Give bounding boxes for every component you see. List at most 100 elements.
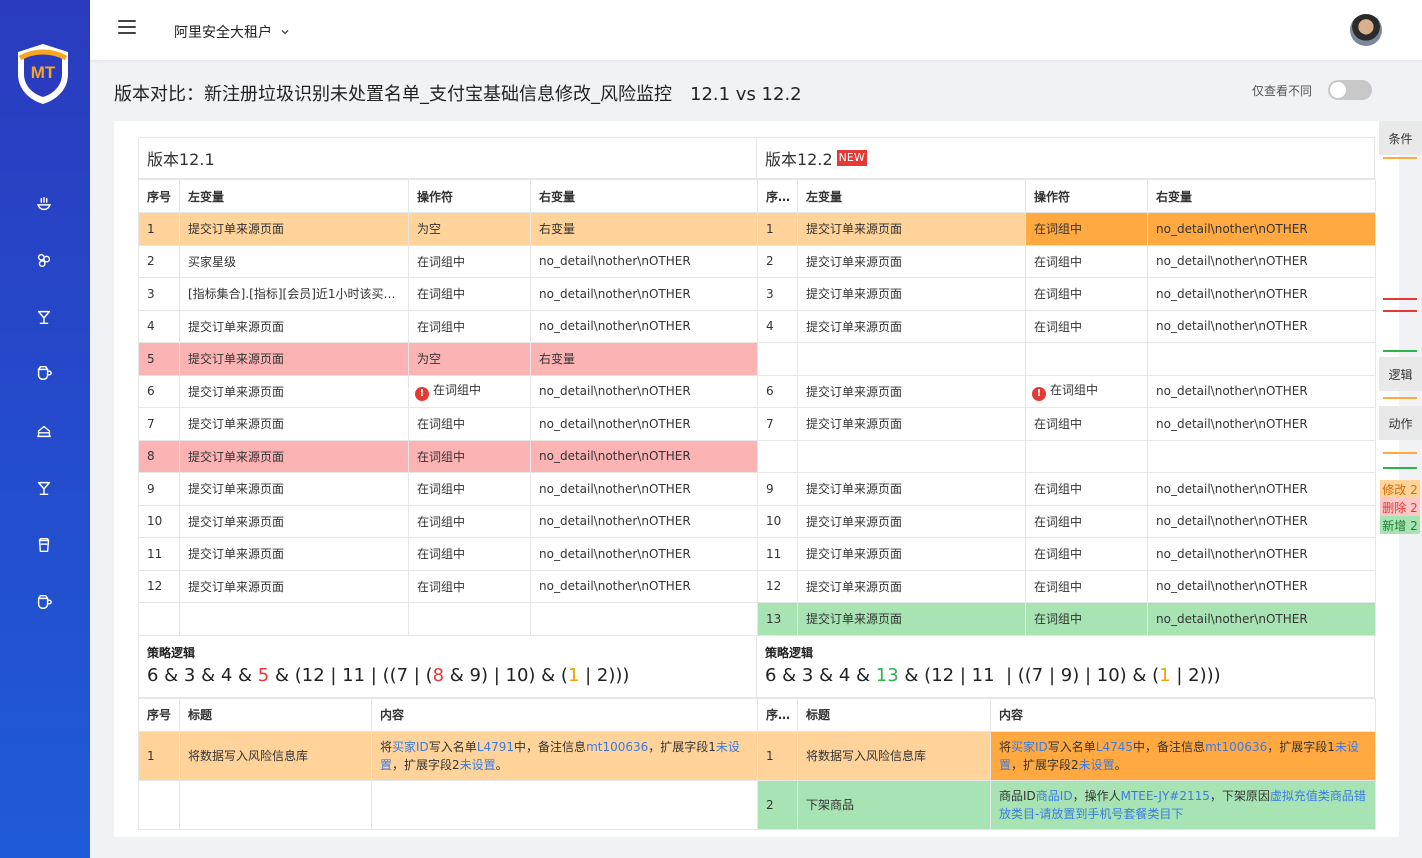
teapot-icon[interactable] <box>33 362 55 384</box>
empty-row <box>138 779 758 830</box>
user-avatar[interactable] <box>1350 14 1382 46</box>
cell: 10 <box>757 504 798 538</box>
cell: 将数据写入风险信息库 <box>179 730 372 781</box>
hamburger-menu-icon[interactable] <box>118 20 136 38</box>
table-row[interactable]: 7 提交订单来源页面 在词组中 no_detail\nother\nOTHER <box>757 407 1376 441</box>
table-row[interactable]: 3 提交订单来源页面 在词组中 no_detail\nother\nOTHER <box>757 277 1376 311</box>
deleted-marker[interactable] <box>1383 310 1417 312</box>
cake-icon[interactable] <box>33 420 55 442</box>
deleted-marker[interactable] <box>1383 298 1417 300</box>
table-row[interactable]: 4 提交订单来源页面 在词组中 no_detail\nother\nOTHER <box>757 309 1376 343</box>
modified-marker[interactable] <box>1383 157 1417 159</box>
cell: no_detail\nother\nOTHER <box>1147 309 1376 343</box>
cell: no_detail\nother\nOTHER <box>1147 602 1376 636</box>
table-row[interactable]: 7 提交订单来源页面 在词组中 no_detail\nother\nOTHER <box>138 407 758 441</box>
cell: 7 <box>757 407 798 441</box>
cluster-icon[interactable] <box>33 249 55 271</box>
cell: 为空 <box>408 342 531 376</box>
added-marker[interactable] <box>1383 467 1417 469</box>
cup-icon[interactable] <box>33 306 55 328</box>
table-row[interactable]: 11 提交订单来源页面 在词组中 no_detail\nother\nOTHER <box>757 537 1376 571</box>
cell: 在词组中 <box>408 244 531 278</box>
cell: 5 <box>138 342 180 376</box>
version-compare: 12.1 vs 12.2 <box>690 84 802 105</box>
table-row[interactable]: 4 提交订单来源页面 在词组中 no_detail\nother\nOTHER <box>138 309 758 343</box>
table-row[interactable]: 10 提交订单来源页面 在词组中 no_detail\nother\nOTHER <box>757 504 1376 538</box>
action-row[interactable]: 1 将数据写入风险信息库 将买家ID写入名单L4745中，备注信息mt10063… <box>757 730 1376 781</box>
modified-count-badge: 修改 2 <box>1380 480 1420 498</box>
cell: 在词组中 <box>408 309 531 343</box>
table-header-row: 序号 左变量 操作符 右变量 <box>757 179 1376 213</box>
table-row[interactable]: 1 提交订单来源页面 为空 右变量 <box>138 212 758 246</box>
table-row[interactable]: 9 提交订单来源页面 在词组中 no_detail\nother\nOTHER <box>138 472 758 506</box>
action-content: 商品ID商品ID，操作人MTEE-JY#2115，下架原因虚拟充值类商品错放类目… <box>990 779 1376 830</box>
cell: no_detail\nother\nOTHER <box>1147 472 1376 506</box>
table-row[interactable]: 13 提交订单来源页面 在词组中 no_detail\nother\nOTHER <box>757 602 1376 636</box>
added-count-badge: 新增 2 <box>1380 516 1420 534</box>
table-row[interactable]: 6 提交订单来源页面! 在词组中 no_detail\nother\nOTHER <box>757 374 1376 408</box>
table-row[interactable]: 3 [指标集合].[指标][会员]近1小时该买家... 在词组中 no_detail\… <box>138 277 758 311</box>
operator-header: 操作符 <box>408 179 531 213</box>
cell: ! 在词组中 <box>1025 374 1148 408</box>
added-marker[interactable] <box>1383 350 1417 352</box>
empty-row <box>757 342 1376 376</box>
cell: no_detail\nother\nOTHER <box>530 374 758 408</box>
new-badge: NEW <box>836 150 867 166</box>
cell: [指标集合].[指标][会员]近1小时该买家... <box>179 277 409 311</box>
table-row[interactable]: 11 提交订单来源页面 在词组中 no_detail\nother\nOTHER <box>138 537 758 571</box>
cell: 3 <box>757 277 798 311</box>
minimap-tab-action[interactable]: 动作 <box>1379 406 1422 440</box>
empty-row <box>757 439 1376 473</box>
table-row[interactable]: 5 提交订单来源页面 为空 右变量 <box>138 342 758 376</box>
cell: 在词组中 <box>1025 309 1148 343</box>
cell: 提交订单来源页面 <box>179 439 409 473</box>
diff-only-label: 仅查看不同 <box>1251 83 1312 98</box>
page-title: 版本对比：新注册垃圾识别未处置名单_支付宝基础信息修改_风险监控 12.1 vs … <box>114 80 802 106</box>
action-row[interactable]: 2 下架商品 商品ID商品ID，操作人MTEE-JY#2115，下架原因虚拟充值… <box>757 779 1376 830</box>
right-var-header: 右变量 <box>530 179 758 213</box>
modified-marker[interactable] <box>1383 397 1417 399</box>
warning-icon: ! <box>1032 387 1046 402</box>
right-version-header: 版本12.2 NEW <box>757 137 1375 179</box>
table-row[interactable]: 10 提交订单来源页面 在词组中 no_detail\nother\nOTHER <box>138 504 758 538</box>
cell: no_detail\nother\nOTHER <box>1147 504 1376 538</box>
cocktail-icon[interactable] <box>33 477 55 499</box>
left-action-table: 序号 标题 内容 1 将数据写入风险信息库 将买家ID写入名单L4791中，备注信息… <box>138 697 758 830</box>
table-row[interactable]: 12 提交订单来源页面 在词组中 no_detail\nother\nOTHER <box>757 569 1376 603</box>
table-row[interactable]: 9 提交订单来源页面 在词组中 no_detail\nother\nOTHER <box>757 472 1376 506</box>
table-row[interactable]: 1 提交订单来源页面 在词组中 no_detail\nother\nOTHER <box>757 212 1376 246</box>
cell: 提交订单来源页面 <box>797 504 1026 538</box>
table-row[interactable]: 6 提交订单来源页面! 在词组中 no_detail\nother\nOTHER <box>138 374 758 408</box>
left-version-header: 版本12.1 <box>138 137 757 179</box>
kettle-icon[interactable] <box>33 591 55 613</box>
cell: 在词组中 <box>408 472 531 506</box>
table-row[interactable]: 2 提交订单来源页面 在词组中 no_detail\nother\nOTHER <box>757 244 1376 278</box>
cell: 提交订单来源页面 <box>179 569 409 603</box>
bowl-icon[interactable] <box>33 193 55 215</box>
tenant-selector[interactable]: 阿里安全大租户 <box>174 22 290 42</box>
table-row[interactable]: 12 提交订单来源页面 在词组中 no_detail\nother\nOTHER <box>138 569 758 603</box>
modified-marker[interactable] <box>1383 452 1417 454</box>
cell: 在词组中 <box>408 537 531 571</box>
right-logic-block: 策略逻辑 6 & 3 & 4 & 13 & (12 | 11 | ((7 | 9… <box>757 635 1375 698</box>
cell: no_detail\nother\nOTHER <box>1147 277 1376 311</box>
left-condition-table: 序号 左变量 操作符 右变量 1 提交订单来源页面 为空 右变量 2 买家星级 在词组中 n… <box>138 179 758 636</box>
cell: 将数据写入风险信息库 <box>797 730 991 781</box>
diff-only-switch[interactable] <box>1328 80 1372 100</box>
content-header: 内容 <box>371 697 758 732</box>
cell: no_detail\nother\nOTHER <box>1147 407 1376 441</box>
action-row[interactable]: 1 将数据写入风险信息库 将买家ID写入名单L4791中，备注信息mt10063… <box>138 730 758 781</box>
table-header-row: 序号 左变量 操作符 右变量 <box>138 179 758 213</box>
minimap-tab-condition[interactable]: 条件 <box>1379 121 1422 155</box>
cell: 提交订单来源页面 <box>797 374 1026 408</box>
cell: 9 <box>757 472 798 506</box>
table-row[interactable]: 8 提交订单来源页面 在词组中 no_detail\nother\nOTHER <box>138 439 758 473</box>
seq-header: 序号 <box>757 179 798 213</box>
minimap-tab-logic[interactable]: 逻辑 <box>1379 357 1422 391</box>
cell: ! 在词组中 <box>408 374 531 408</box>
cell: 在词组中 <box>408 407 531 441</box>
jar-icon[interactable] <box>33 534 55 556</box>
table-row[interactable]: 2 买家星级 在词组中 no_detail\nother\nOTHER <box>138 244 758 278</box>
cell: no_detail\nother\nOTHER <box>530 277 758 311</box>
cell: 2 <box>757 244 798 278</box>
